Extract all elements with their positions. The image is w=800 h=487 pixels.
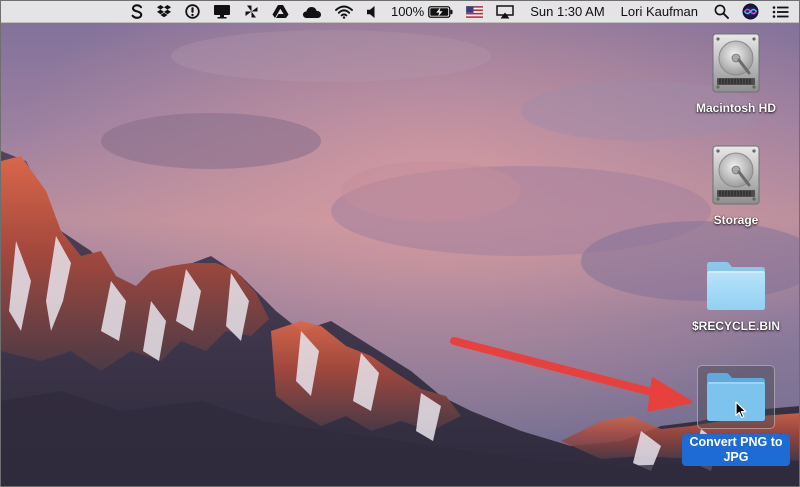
desktop-icon-recycle-bin[interactable]: $RECYCLE.BIN [684,259,788,334]
mouse-cursor-icon [735,401,747,419]
desktop-icon-label[interactable]: Macintosh HD [696,101,776,116]
battery-percent[interactable]: 100% [391,1,424,23]
menu-bar: 100% Sun 1:30 AM Lori Kaufman [1,1,799,23]
info-circle-icon[interactable] [185,1,200,23]
menu-clock[interactable]: Sun 1:30 AM [530,1,604,23]
display-icon[interactable] [213,1,231,23]
cloud-icon[interactable] [302,1,322,23]
spotlight-search-icon[interactable] [714,1,729,23]
desktop-icon-storage[interactable]: Storage [684,143,788,228]
desktop-screen: 100% Sun 1:30 AM Lori Kaufman Macintosh … [0,0,800,487]
dropbox-icon[interactable] [156,1,172,23]
siri-icon[interactable] [742,1,759,23]
wifi-icon[interactable] [335,1,353,23]
volume-icon[interactable] [366,1,378,23]
airplay-icon[interactable] [496,1,514,23]
us-flag-icon[interactable] [466,1,484,23]
wallpaper-sierra [1,1,799,486]
desktop-icon-label[interactable]: $RECYCLE.BIN [692,319,780,334]
notification-center-icon[interactable] [772,1,789,23]
google-drive-icon[interactable] [272,1,289,23]
pinwheel-icon[interactable] [244,1,259,23]
desktop-icon-macintosh-hd[interactable]: Macintosh HD [684,31,788,116]
folder-icon[interactable] [704,259,768,313]
desktop-icon-label[interactable]: Storage [714,213,759,228]
sync-s-icon[interactable] [131,1,143,23]
user-name-menu[interactable]: Lori Kaufman [621,1,698,23]
battery-charging-icon[interactable] [428,1,453,23]
hard-drive-icon[interactable] [707,31,765,95]
hard-drive-icon[interactable] [707,143,765,207]
desktop-icon-label-selected[interactable]: Convert PNG to JPG [682,434,790,466]
folder-icon[interactable] [697,365,775,429]
